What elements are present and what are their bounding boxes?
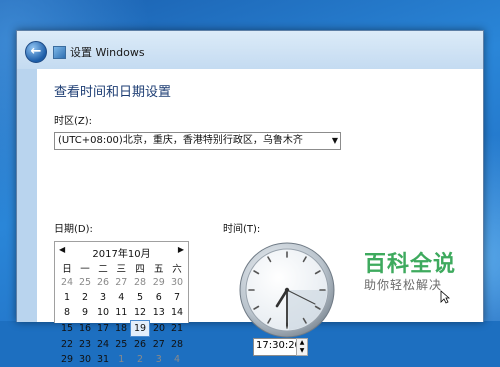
weekday-label: 六 xyxy=(172,263,182,275)
watermark-title: 百科全说 xyxy=(364,252,457,277)
calendar-day-selected[interactable]: 19 xyxy=(130,320,150,337)
calendar-week-row: 15 16 17 18 19 20 21 xyxy=(58,320,186,337)
calendar-day[interactable]: 27 xyxy=(112,275,131,290)
calendar-day[interactable]: 25 xyxy=(112,337,131,353)
calendar-day[interactable]: 24 xyxy=(94,337,112,353)
calendar-day[interactable]: 29 xyxy=(150,275,169,290)
calendar-day[interactable]: 1 xyxy=(112,352,131,367)
mouse-cursor-icon xyxy=(440,290,450,304)
weekday-header-row: 日 一 二 三 四 五 六 xyxy=(58,260,186,275)
weekday-label: 五 xyxy=(153,263,164,275)
weekday-label: 日 xyxy=(62,263,72,275)
calendar-week-row: 24 25 26 27 28 29 30 xyxy=(58,275,186,290)
calendar-day[interactable]: 3 xyxy=(94,290,112,305)
calendar-day[interactable]: 8 xyxy=(58,305,76,321)
calendar-day[interactable]: 20 xyxy=(150,321,169,337)
calendar-day[interactable]: 28 xyxy=(168,337,186,353)
calendar-day[interactable]: 15 xyxy=(58,321,76,337)
weekday-label: 一 xyxy=(80,263,90,275)
back-button[interactable]: ← xyxy=(25,41,47,63)
calendar-day[interactable]: 1 xyxy=(58,290,76,305)
window-title: 设置 Windows xyxy=(70,46,145,59)
calendar-header: ◀ 2017年10月 ▶ xyxy=(55,242,188,260)
date-calendar[interactable]: ◀ 2017年10月 ▶ 日 一 二 三 四 五 六 24 25 26 27 2… xyxy=(54,241,189,365)
dropdown-arrow-icon[interactable]: ▼ xyxy=(332,133,338,149)
calendar-day[interactable]: 5 xyxy=(131,290,150,305)
calendar-day[interactable]: 31 xyxy=(94,352,112,367)
calendar-day[interactable]: 26 xyxy=(131,337,150,353)
setup-icon xyxy=(53,46,66,59)
calendar-day[interactable]: 2 xyxy=(131,352,150,367)
calendar-month-label[interactable]: 2017年10月 xyxy=(55,245,188,260)
weekday-label: 二 xyxy=(98,263,108,275)
calendar-week-row: 29 30 31 1 2 3 4 xyxy=(58,352,186,367)
calendar-day[interactable]: 3 xyxy=(150,352,169,367)
calendar-day[interactable]: 17 xyxy=(94,321,112,337)
calendar-day[interactable]: 18 xyxy=(112,321,131,337)
calendar-week-row: 1 2 3 4 5 6 7 xyxy=(58,290,186,305)
calendar-day[interactable]: 25 xyxy=(76,275,94,290)
calendar-day[interactable]: 11 xyxy=(112,305,131,321)
calendar-day[interactable]: 28 xyxy=(131,275,150,290)
calendar-day[interactable]: 6 xyxy=(150,290,169,305)
calendar-day[interactable]: 22 xyxy=(58,337,76,353)
watermark-logo: 百科全说 助你轻松解决 xyxy=(364,246,456,293)
calendar-grid: 日 一 二 三 四 五 六 24 25 26 27 28 29 30 1 2 3… xyxy=(58,260,186,367)
calendar-day[interactable]: 10 xyxy=(94,305,112,321)
analog-clock-icon xyxy=(239,242,335,338)
weekday-label: 四 xyxy=(135,263,145,275)
calendar-day[interactable]: 9 xyxy=(76,305,94,321)
calendar-day[interactable]: 24 xyxy=(58,275,76,290)
next-month-icon[interactable]: ▶ xyxy=(178,245,184,254)
date-label: 日期(D): xyxy=(54,224,93,235)
calendar-day[interactable]: 2 xyxy=(76,290,94,305)
calendar-day[interactable]: 16 xyxy=(76,321,94,337)
calendar-day[interactable]: 12 xyxy=(131,305,150,321)
weekday-label: 三 xyxy=(116,263,126,275)
calendar-day[interactable]: 4 xyxy=(168,352,186,367)
calendar-week-row: 8 9 10 11 12 13 14 xyxy=(58,305,186,321)
time-spinner[interactable]: ▲ ▼ xyxy=(296,338,308,356)
calendar-day[interactable]: 21 xyxy=(168,321,186,337)
timezone-select[interactable]: (UTC+08:00)北京，重庆，香港特别行政区，乌鲁木齐 ▼ xyxy=(54,132,341,150)
calendar-day[interactable]: 26 xyxy=(94,275,112,290)
spin-up-icon[interactable]: ▲ xyxy=(297,339,307,347)
calendar-week-row: 22 23 24 25 26 27 28 xyxy=(58,337,186,353)
calendar-day[interactable]: 14 xyxy=(168,305,186,321)
calendar-day[interactable]: 23 xyxy=(76,337,94,353)
timezone-label: 时区(Z): xyxy=(54,116,93,127)
calendar-day[interactable]: 30 xyxy=(168,275,186,290)
timezone-value: (UTC+08:00)北京，重庆，香港特别行政区，乌鲁木齐 xyxy=(58,135,303,146)
calendar-day[interactable]: 4 xyxy=(112,290,131,305)
calendar-day[interactable]: 7 xyxy=(168,290,186,305)
calendar-day[interactable]: 29 xyxy=(58,352,76,367)
calendar-day[interactable]: 27 xyxy=(150,337,169,353)
title-bar: ← 设置 Windows xyxy=(17,31,483,69)
calendar-day[interactable]: 30 xyxy=(76,352,94,367)
calendar-day[interactable]: 13 xyxy=(150,305,169,321)
page-heading: 查看时间和日期设置 xyxy=(54,85,172,100)
spin-down-icon[interactable]: ▼ xyxy=(297,347,307,355)
time-input[interactable]: 17:30:20 xyxy=(253,338,301,356)
time-label: 时间(T): xyxy=(223,224,261,235)
